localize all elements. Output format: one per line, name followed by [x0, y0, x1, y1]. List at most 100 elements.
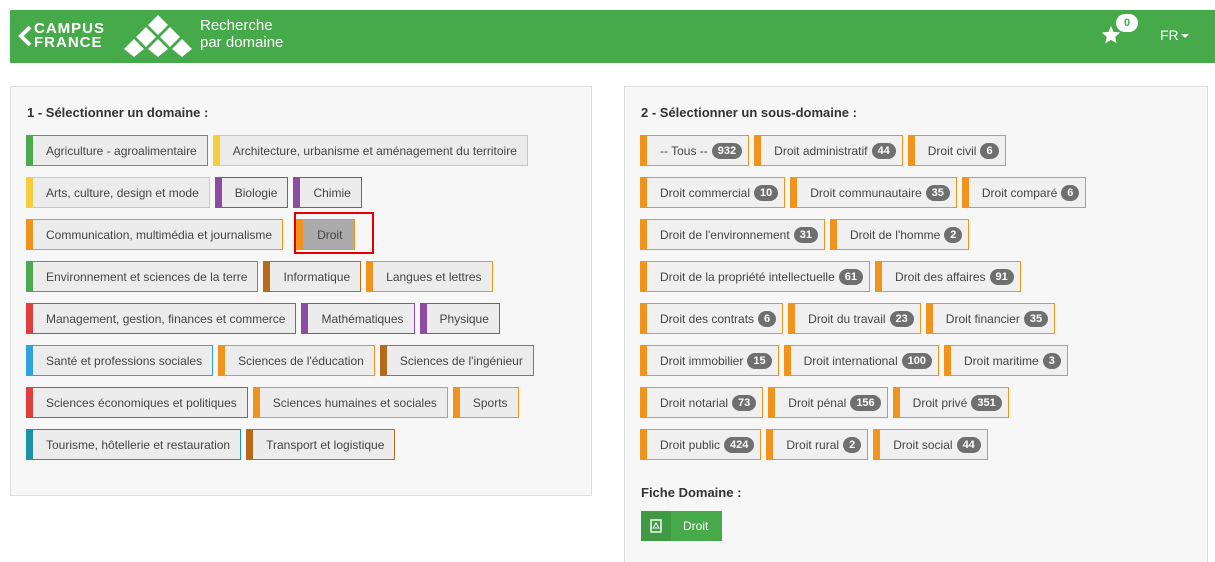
subdomain-count-badge: 44 [956, 436, 981, 453]
domain-chip-agriculture[interactable]: Agriculture - agroalimentaire [26, 135, 208, 166]
subdomain-count-badge: 3 [1042, 352, 1061, 369]
subdomain-chip[interactable]: Droit de l'homme 2 [829, 219, 970, 250]
subdomain-label: Droit civil [927, 143, 977, 158]
subdomain-count-badge: 2 [944, 226, 963, 243]
subdomain-label: Droit social [893, 437, 953, 452]
domain-chip-mathematiques[interactable]: Mathématiques [301, 303, 415, 334]
domain-chip-sciences-humaines[interactable]: Sciences humaines et sociales [252, 387, 448, 418]
subdomain-label: Droit des contrats [660, 311, 755, 326]
subdomain-count-badge: 424 [724, 436, 755, 453]
subdomain-label: Droit de la propriété intellectuelle [660, 269, 835, 284]
caret-down-icon [1180, 34, 1189, 39]
subdomain-label: Droit de l'homme [849, 227, 941, 242]
domain-chip-chimie[interactable]: Chimie [293, 177, 362, 208]
subdomain-label: Droit administratif [774, 143, 868, 158]
subdomain-chip[interactable]: Droit comparé 6 [961, 177, 1087, 208]
domain-chip-environnement[interactable]: Environnement et sciences de la terre [26, 261, 259, 292]
campus-france-logo[interactable]: CAMPUS FRANCE [34, 21, 105, 51]
subdomain-count-badge: 156 [850, 394, 881, 411]
subdomain-label: Droit de l'environnement [660, 227, 790, 242]
subdomain-chip[interactable]: -- Tous -- 932 [640, 135, 750, 166]
subdomain-label: Droit du travail [808, 311, 886, 326]
subdomain-chip[interactable]: Droit social 44 [873, 429, 988, 460]
domain-chip-management[interactable]: Management, gestion, finances et commerc… [26, 303, 297, 334]
domain-chips: Agriculture - agroalimentaire Architectu… [26, 135, 586, 471]
subdomain-count-badge: 15 [747, 352, 772, 369]
logo-diamond-icon [118, 13, 198, 57]
logo-line-2: FRANCE [34, 34, 103, 51]
domain-chip-sciences-ingenieur[interactable]: Sciences de l'ingénieur [379, 345, 534, 376]
subdomain-count-badge: 73 [732, 394, 757, 411]
subdomain-label: Droit notarial [660, 395, 729, 410]
subdomain-chips: -- Tous -- 932 Droit administratif 44 Droi… [640, 135, 1200, 471]
subdomain-chip[interactable]: Droit administratif 44 [754, 135, 903, 166]
subdomain-chip[interactable]: Droit de l'environnement 31 [640, 219, 825, 250]
domain-chip-sciences-economiques[interactable]: Sciences économiques et politiques [26, 387, 248, 418]
domain-chip-sciences-education[interactable]: Sciences de l'éducation [218, 345, 375, 376]
subdomain-chip[interactable]: Droit notarial 73 [640, 387, 764, 418]
subdomain-chip[interactable]: Droit civil 6 [907, 135, 1006, 166]
subdomain-chip[interactable]: Droit communautaire 35 [790, 177, 957, 208]
subdomain-panel: 2 - Sélectionner un sous-domaine : -- To… [624, 86, 1208, 562]
subdomain-chip[interactable]: Droit commercial 10 [640, 177, 786, 208]
subdomain-chip[interactable]: Droit rural 2 [766, 429, 869, 460]
top-header-bar: CAMPUS FRANCE Recherche par domaine 0 FR [10, 10, 1215, 63]
language-selector[interactable]: FR [1160, 27, 1189, 43]
subdomain-count-badge: 35 [925, 184, 950, 201]
subdomain-chip[interactable]: Droit financier 35 [925, 303, 1056, 334]
subdomain-chip[interactable]: Droit immobilier 15 [640, 345, 779, 376]
domain-chip-langues[interactable]: Langues et lettres [366, 261, 493, 292]
subdomain-count-badge: 6 [980, 142, 999, 159]
subdomain-chip[interactable]: Droit international 100 [783, 345, 940, 376]
subdomain-count-badge: 44 [871, 142, 896, 159]
subdomain-chip[interactable]: Droit privé 351 [892, 387, 1009, 418]
domain-chip-transport[interactable]: Transport et logistique [246, 429, 396, 460]
subdomain-label: Droit communautaire [810, 185, 922, 200]
subdomain-count-badge: 35 [1023, 310, 1049, 327]
subdomain-label: Droit immobilier [660, 353, 744, 368]
subdomain-count-badge: 351 [971, 394, 1002, 411]
domain-chip-sante[interactable]: Santé et professions sociales [26, 345, 214, 376]
subdomain-label: Droit maritime [964, 353, 1039, 368]
subdomain-label: Droit financier [945, 311, 1020, 326]
subdomain-heading: 2 - Sélectionner un sous-domaine : [641, 105, 857, 120]
pdf-icon [641, 511, 671, 541]
subdomain-count-badge: 10 [754, 184, 779, 201]
subdomain-chip[interactable]: Droit pénal 156 [768, 387, 888, 418]
subdomain-chip[interactable]: Droit public 424 [640, 429, 762, 460]
subdomain-count-badge: 91 [989, 268, 1014, 285]
domain-chip-sports[interactable]: Sports [452, 387, 519, 418]
domain-panel: 1 - Sélectionner un domaine : Agricultur… [10, 86, 592, 496]
domain-chip-tourisme[interactable]: Tourisme, hôtellerie et restauration [26, 429, 242, 460]
subdomain-chip[interactable]: Droit de la propriété intellectuelle 61 [640, 261, 871, 292]
domain-chip-architecture[interactable]: Architecture, urbanisme et aménagement d… [212, 135, 528, 166]
subdomain-label: Droit des affaires [895, 269, 986, 284]
subdomain-label: Droit rural [786, 437, 840, 452]
fiche-droit-button[interactable]: Droit [641, 511, 722, 541]
subdomain-chip[interactable]: Droit maritime 3 [944, 345, 1068, 376]
language-label: FR [1160, 27, 1179, 43]
fiche-domaine-heading: Fiche Domaine : [641, 485, 742, 500]
subdomain-chip[interactable]: Droit des affaires 91 [875, 261, 1021, 292]
domain-heading: 1 - Sélectionner un domaine : [27, 105, 209, 120]
subdomain-chip[interactable]: Droit du travail 23 [788, 303, 921, 334]
domain-chip-physique[interactable]: Physique [419, 303, 500, 334]
domain-chip-informatique[interactable]: Informatique [263, 261, 362, 292]
domain-chip-arts[interactable]: Arts, culture, design et mode [26, 177, 210, 208]
subdomain-label: Droit commercial [660, 185, 751, 200]
subdomain-count-badge: 61 [838, 268, 864, 285]
subdomain-count-badge: 31 [793, 226, 818, 243]
favorites-count-badge[interactable]: 0 [1116, 14, 1138, 32]
subdomain-count-badge: 6 [758, 310, 777, 327]
subdomain-label: -- Tous -- [660, 143, 708, 158]
fiche-button-label: Droit [683, 519, 709, 533]
domain-chip-biologie[interactable]: Biologie [214, 177, 289, 208]
subdomain-count-badge: 932 [711, 142, 743, 159]
page-title-line-2: par domaine [200, 34, 284, 51]
subdomain-chip[interactable]: Droit des contrats 6 [640, 303, 784, 334]
subdomain-count-badge: 2 [843, 436, 862, 453]
domain-chip-communication[interactable]: Communication, multimédia et journalisme [26, 219, 284, 250]
page-title-line-1: Recherche [200, 17, 273, 34]
subdomain-label: Droit international [803, 353, 898, 368]
subdomain-label: Droit privé [912, 395, 968, 410]
